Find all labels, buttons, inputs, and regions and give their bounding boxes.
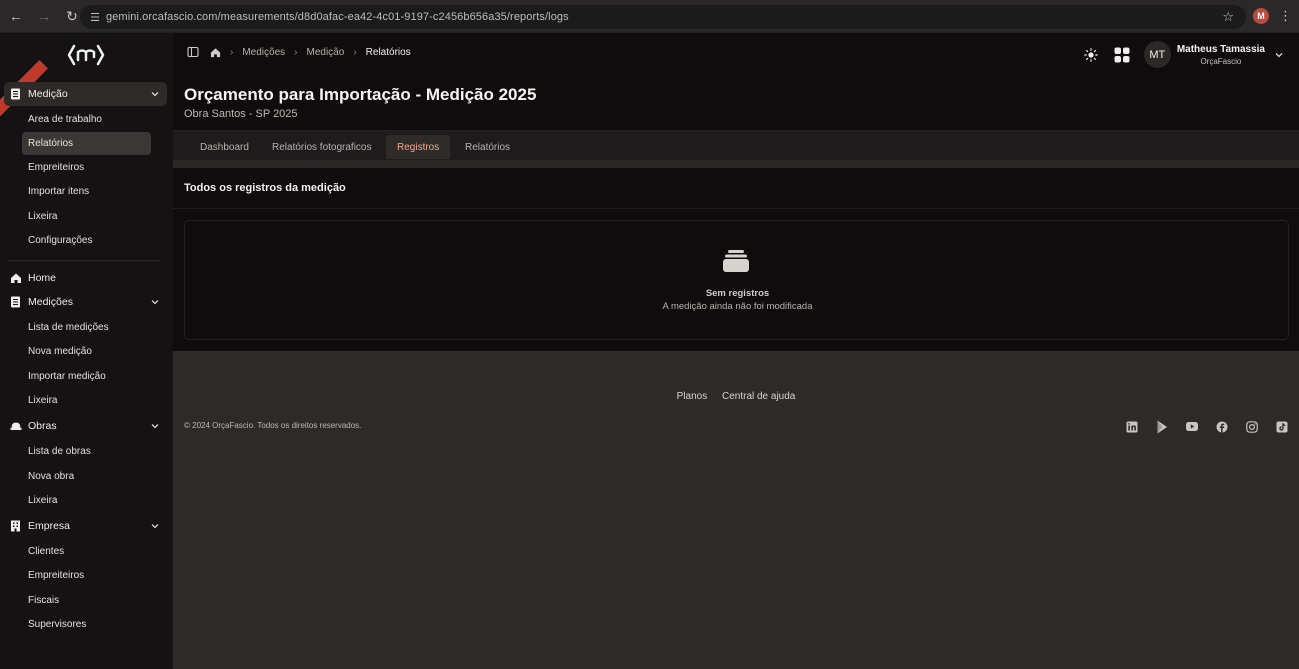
home-icon bbox=[9, 272, 22, 285]
breadcrumb-medicao[interactable]: Medição bbox=[307, 47, 345, 58]
building-icon bbox=[9, 520, 22, 533]
page-title: Orçamento para Importação - Medição 2025 bbox=[184, 85, 537, 104]
document-icon bbox=[9, 88, 22, 101]
nav-group-obras[interactable]: Obras bbox=[4, 414, 167, 438]
panel-divider bbox=[173, 208, 1299, 209]
sidebar-item-importar-medicao[interactable]: Importar medição bbox=[22, 365, 151, 388]
chevron-right-icon: › bbox=[353, 46, 357, 58]
sidebar-item-lixeira-medicoes[interactable]: Lixeira bbox=[22, 389, 151, 412]
tiktok-icon[interactable] bbox=[1274, 419, 1289, 434]
browser-profile-avatar[interactable]: M bbox=[1253, 8, 1269, 24]
sidebar-item-configuracoes[interactable]: Configurações bbox=[22, 229, 151, 252]
panel-title: Todos os registros da medição bbox=[184, 182, 346, 194]
empty-state-subtitle: A medição ainda não foi modificada bbox=[662, 301, 813, 312]
sidebar-item-empreiteiros-empresa[interactable]: Empreiteiros bbox=[22, 564, 151, 587]
sun-icon[interactable] bbox=[1084, 47, 1098, 62]
footer-link-central-de-ajuda[interactable]: Central de ajuda bbox=[722, 391, 795, 402]
page-subtitle: Obra Santos - SP 2025 bbox=[184, 108, 298, 120]
play-icon[interactable] bbox=[1154, 419, 1169, 434]
sidebar-item-lixeira-obras[interactable]: Lixeira bbox=[22, 489, 151, 512]
sidebar-item-importar-itens[interactable]: Importar itens bbox=[22, 180, 151, 203]
browser-toolbar: ← → ↻ ☰ gemini.orcafascio.com/measuremen… bbox=[0, 0, 1299, 33]
user-name: Matheus Tamassia bbox=[1176, 43, 1265, 55]
app-logo[interactable] bbox=[66, 42, 106, 68]
tab-registros[interactable]: Registros bbox=[386, 135, 451, 159]
instagram-icon[interactable] bbox=[1244, 419, 1259, 434]
youtube-icon[interactable] bbox=[1184, 419, 1199, 434]
inbox-stack-icon bbox=[723, 250, 749, 272]
chevron-down-icon bbox=[151, 524, 159, 529]
nav-group-empresa[interactable]: Empresa bbox=[4, 514, 167, 538]
facebook-icon[interactable] bbox=[1214, 419, 1229, 434]
user-menu[interactable]: Matheus Tamassia OrçaFascio bbox=[1177, 44, 1265, 66]
chevron-down-icon bbox=[151, 300, 159, 305]
site-settings-icon[interactable]: ☰ bbox=[84, 11, 106, 24]
tab-bar: Dashboard Relatórios fotograficos Regist… bbox=[173, 130, 1299, 160]
back-icon[interactable]: ← bbox=[4, 4, 28, 28]
sidebar-item-nova-obra[interactable]: Nova obra bbox=[22, 465, 151, 488]
sidebar-item-clientes[interactable]: Clientes bbox=[22, 540, 151, 563]
sidebar-item-empreiteiros[interactable]: Empreiteiros bbox=[22, 156, 151, 179]
chevron-right-icon: › bbox=[230, 46, 234, 58]
nav-group-label: Obras bbox=[28, 420, 57, 432]
sidebar-item-nova-medicao[interactable]: Nova medição bbox=[22, 340, 151, 363]
address-bar[interactable]: ☰ gemini.orcafascio.com/measurements/d8d… bbox=[80, 5, 1246, 29]
sidebar-item-supervisores[interactable]: Supervisores bbox=[22, 613, 151, 636]
home-icon[interactable] bbox=[210, 47, 221, 58]
sidebar: Beta Medição Area de trabalho Relatórios… bbox=[0, 33, 173, 669]
footer: Planos Central de ajuda © 2024 OrçaFasci… bbox=[173, 351, 1299, 669]
bookmark-star-icon[interactable]: ☆ bbox=[1222, 9, 1234, 25]
topbar-actions: MT Matheus Tamassia OrçaFascio bbox=[1084, 41, 1285, 68]
chevron-right-icon: › bbox=[294, 46, 298, 58]
logs-panel: Todos os registros da medição Sem regist… bbox=[173, 168, 1299, 351]
sidebar-toggle-icon[interactable] bbox=[187, 46, 199, 58]
sidebar-item-lista-de-obras[interactable]: Lista de obras bbox=[22, 440, 151, 463]
chevron-down-icon bbox=[151, 424, 159, 429]
avatar[interactable]: MT bbox=[1143, 41, 1171, 68]
app-topbar: › Medições › Medição › Relatórios MT Mat… bbox=[173, 33, 1299, 75]
sidebar-item-area-de-trabalho[interactable]: Area de trabalho bbox=[22, 108, 151, 131]
empty-state: Sem registros A medição ainda não foi mo… bbox=[184, 220, 1289, 340]
document-icon bbox=[9, 296, 22, 309]
tab-relatorios-fotograficos[interactable]: Relatórios fotograficos bbox=[261, 135, 383, 159]
apps-grid-icon[interactable] bbox=[1114, 47, 1130, 63]
nav-group-label: Medições bbox=[28, 296, 73, 308]
footer-link-planos[interactable]: Planos bbox=[677, 391, 708, 402]
chevron-down-icon bbox=[151, 92, 159, 97]
sidebar-item-home[interactable]: Home bbox=[4, 266, 167, 290]
user-org: OrçaFascio bbox=[1200, 56, 1242, 66]
sidebar-item-fiscais[interactable]: Fiscais bbox=[22, 589, 151, 612]
breadcrumb: › Medições › Medição › Relatórios bbox=[187, 46, 411, 58]
social-links bbox=[1109, 419, 1289, 434]
helmet-icon bbox=[9, 420, 22, 433]
breadcrumb-current: Relatórios bbox=[365, 46, 411, 58]
sidebar-item-relatorios[interactable]: Relatórios bbox=[22, 132, 151, 155]
nav-group-medicao[interactable]: Medição bbox=[4, 82, 167, 106]
url-text: gemini.orcafascio.com/measurements/d8d0a… bbox=[106, 11, 569, 23]
breadcrumb-medicoes[interactable]: Medições bbox=[242, 47, 285, 58]
sidebar-item-lixeira[interactable]: Lixeira bbox=[22, 205, 151, 228]
browser-menu-icon[interactable]: ⋮ bbox=[1279, 8, 1292, 24]
chevron-down-icon[interactable] bbox=[1273, 49, 1285, 61]
sidebar-divider bbox=[8, 260, 160, 261]
nav-group-medicoes[interactable]: Medições bbox=[4, 290, 167, 314]
tab-relatorios[interactable]: Relatórios bbox=[454, 135, 521, 159]
footer-links: Planos Central de ajuda bbox=[173, 391, 1299, 402]
nav-group-label: Empresa bbox=[28, 520, 71, 532]
tab-dashboard[interactable]: Dashboard bbox=[189, 135, 260, 159]
tab-content-strip bbox=[173, 160, 1299, 168]
forward-icon[interactable]: → bbox=[32, 4, 56, 28]
page-header: Orçamento para Importação - Medição 2025… bbox=[173, 75, 1299, 130]
copyright: © 2024 OrçaFascio. Todos os direitos res… bbox=[184, 421, 362, 430]
sidebar-item-label: Home bbox=[28, 272, 57, 284]
empty-state-title: Sem registros bbox=[705, 288, 770, 299]
nav-group-label: Medição bbox=[28, 88, 68, 100]
sidebar-item-lista-de-medicoes[interactable]: Lista de medições bbox=[22, 316, 151, 339]
linkedin-icon[interactable] bbox=[1124, 419, 1139, 434]
